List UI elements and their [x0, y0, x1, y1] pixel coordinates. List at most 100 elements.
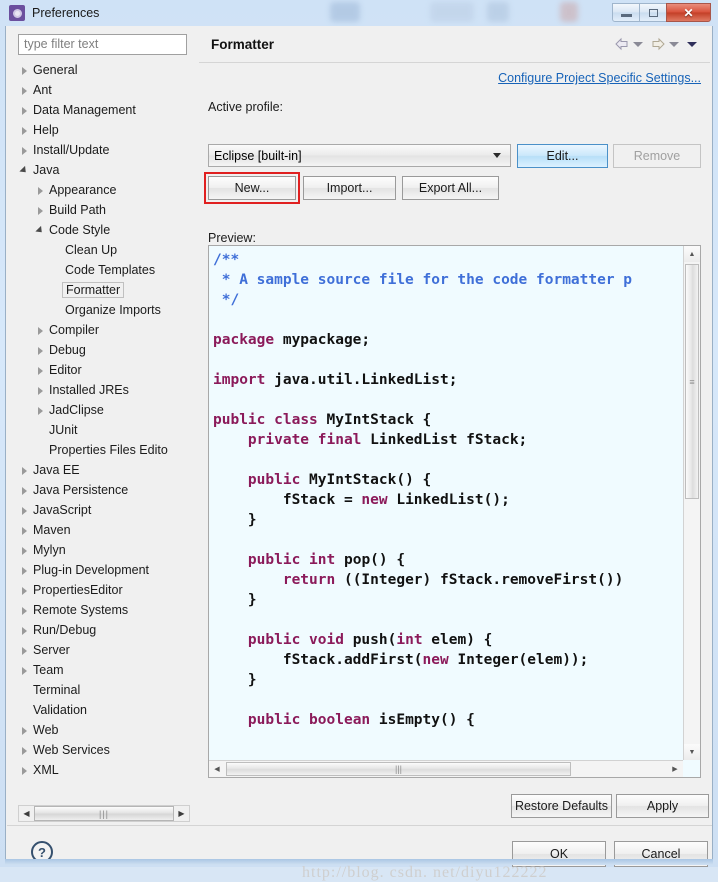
- sidebar-item-label: Remote Systems: [33, 602, 129, 617]
- sidebar-item-general[interactable]: General: [9, 60, 195, 80]
- tree-expand-arrow-right-icon[interactable]: [19, 585, 30, 596]
- code-preview-viewport[interactable]: /** * A sample source file for the code …: [209, 246, 683, 760]
- edit-profile-button[interactable]: Edit...: [517, 144, 608, 168]
- tree-expand-arrow-right-icon[interactable]: [35, 365, 46, 376]
- tree-expand-arrow-down-icon[interactable]: [35, 225, 46, 236]
- tree-expand-arrow-right-icon[interactable]: [35, 385, 46, 396]
- tree-expand-arrow-right-icon[interactable]: [19, 645, 30, 656]
- tree-expand-arrow-right-icon[interactable]: [19, 465, 30, 476]
- tree-expand-arrow-right-icon[interactable]: [19, 625, 30, 636]
- sidebar-item-validation[interactable]: Validation: [9, 700, 195, 720]
- restore-button[interactable]: [639, 3, 667, 22]
- sidebar-item-debug[interactable]: Debug: [9, 340, 195, 360]
- active-profile-select[interactable]: Eclipse [built-in]: [208, 144, 511, 167]
- tree-expand-arrow-right-icon[interactable]: [19, 565, 30, 576]
- export-all-button[interactable]: Export All...: [402, 176, 499, 200]
- sidebar-item-formatter[interactable]: Formatter: [9, 280, 195, 300]
- sidebar-item-help[interactable]: Help: [9, 120, 195, 140]
- sidebar-item-compiler[interactable]: Compiler: [9, 320, 195, 340]
- tree-expand-arrow-right-icon[interactable]: [19, 545, 30, 556]
- preferences-tree[interactable]: General Ant Data Management Help Install/Upd…: [9, 60, 195, 805]
- sidebar-item-javascript[interactable]: JavaScript: [9, 500, 195, 520]
- close-button[interactable]: ✕: [666, 3, 711, 22]
- tree-expand-arrow-right-icon[interactable]: [35, 345, 46, 356]
- sidebar-item-junit[interactable]: JUnit: [9, 420, 195, 440]
- scroll-left-icon[interactable]: ◀: [19, 806, 34, 821]
- sidebar-item-clean-up[interactable]: Clean Up: [9, 240, 195, 260]
- sidebar-item-java-ee[interactable]: Java EE: [9, 460, 195, 480]
- tree-expand-arrow-right-icon[interactable]: [19, 525, 30, 536]
- tree-expand-arrow-right-icon[interactable]: [19, 145, 30, 156]
- tree-horizontal-scrollbar[interactable]: ◀ ||| ▶: [18, 805, 190, 822]
- sidebar-item-editor[interactable]: Editor: [9, 360, 195, 380]
- preview-label: Preview:: [208, 231, 256, 245]
- sidebar-item-label: Run/Debug: [33, 622, 97, 637]
- minimize-button[interactable]: [612, 3, 640, 22]
- tree-expand-arrow-right-icon[interactable]: [35, 325, 46, 336]
- sidebar-item-web-services[interactable]: Web Services: [9, 740, 195, 760]
- panel-menu-chevron-down-icon[interactable]: [687, 41, 697, 47]
- tree-expand-arrow-right-icon[interactable]: [35, 185, 46, 196]
- sidebar-item-terminal[interactable]: Terminal: [9, 680, 195, 700]
- minimize-icon: [620, 14, 632, 17]
- sidebar-item-properties-files-edito[interactable]: Properties Files Edito: [9, 440, 195, 460]
- sidebar-item-run-debug[interactable]: Run/Debug: [9, 620, 195, 640]
- sidebar-item-installed-jres[interactable]: Installed JREs: [9, 380, 195, 400]
- restore-defaults-button[interactable]: Restore Defaults: [511, 794, 612, 818]
- filter-input[interactable]: type filter text: [18, 34, 187, 55]
- tree-expand-arrow-right-icon[interactable]: [35, 205, 46, 216]
- sidebar-item-install-update[interactable]: Install/Update: [9, 140, 195, 160]
- apply-button[interactable]: Apply: [616, 794, 709, 818]
- forward-menu-chevron-down-icon[interactable]: [669, 41, 679, 47]
- tree-expand-arrow-down-icon[interactable]: [19, 165, 30, 176]
- tree-expand-arrow-right-icon[interactable]: [19, 745, 30, 756]
- vscroll-thumb[interactable]: ≡: [685, 264, 699, 499]
- tree-expand-arrow-right-icon[interactable]: [19, 85, 30, 96]
- scroll-up-icon[interactable]: ▲: [684, 246, 700, 262]
- tree-expand-arrow-right-icon[interactable]: [19, 105, 30, 116]
- sidebar-item-web[interactable]: Web: [9, 720, 195, 740]
- scroll-left-icon[interactable]: ◀: [209, 761, 225, 777]
- tree-expand-arrow-right-icon[interactable]: [19, 485, 30, 496]
- preview-vertical-scrollbar[interactable]: ▲ ≡ ▼: [683, 246, 700, 760]
- sidebar-item-maven[interactable]: Maven: [9, 520, 195, 540]
- sidebar-item-jadclipse[interactable]: JadClipse: [9, 400, 195, 420]
- tree-expand-arrow-right-icon[interactable]: [19, 665, 30, 676]
- tree-expand-arrow-right-icon[interactable]: [19, 505, 30, 516]
- sidebar-item-build-path[interactable]: Build Path: [9, 200, 195, 220]
- sidebar-item-organize-imports[interactable]: Organize Imports: [9, 300, 195, 320]
- sidebar-item-propertieseditor[interactable]: PropertiesEditor: [9, 580, 195, 600]
- sidebar-item-code-style[interactable]: Code Style: [9, 220, 195, 240]
- dialog-client-area: type filter text General Ant Data Manageme…: [5, 26, 713, 881]
- scroll-right-icon[interactable]: ▶: [174, 806, 189, 821]
- import-profile-button[interactable]: Import...: [303, 176, 396, 200]
- sidebar-item-mylyn[interactable]: Mylyn: [9, 540, 195, 560]
- tree-expand-arrow-right-icon[interactable]: [19, 765, 30, 776]
- tree-expand-arrow-right-icon[interactable]: [19, 125, 30, 136]
- sidebar-item-code-templates[interactable]: Code Templates: [9, 260, 195, 280]
- forward-arrow-icon[interactable]: [650, 36, 666, 52]
- sidebar-item-plug-in-development[interactable]: Plug-in Development: [9, 560, 195, 580]
- sidebar-item-java-persistence[interactable]: Java Persistence: [9, 480, 195, 500]
- sidebar-item-data-management[interactable]: Data Management: [9, 100, 195, 120]
- sidebar-item-ant[interactable]: Ant: [9, 80, 195, 100]
- tree-expand-arrow-right-icon[interactable]: [19, 65, 30, 76]
- new-profile-button[interactable]: New...: [208, 176, 296, 200]
- sidebar-item-server[interactable]: Server: [9, 640, 195, 660]
- sidebar-item-appearance[interactable]: Appearance: [9, 180, 195, 200]
- configure-project-settings-link[interactable]: Configure Project Specific Settings...: [498, 71, 701, 85]
- scroll-down-icon[interactable]: ▼: [684, 744, 700, 760]
- back-menu-chevron-down-icon[interactable]: [633, 41, 643, 47]
- tree-expand-arrow-right-icon[interactable]: [35, 405, 46, 416]
- scroll-right-icon[interactable]: ▶: [667, 761, 683, 777]
- sidebar-item-java[interactable]: Java: [9, 160, 195, 180]
- hscroll-thumb[interactable]: |||: [226, 762, 571, 776]
- tree-expand-arrow-right-icon[interactable]: [19, 725, 30, 736]
- back-arrow-icon[interactable]: [614, 36, 630, 52]
- sidebar-item-xml[interactable]: XML: [9, 760, 195, 780]
- sidebar-item-team[interactable]: Team: [9, 660, 195, 680]
- sidebar-item-remote-systems[interactable]: Remote Systems: [9, 600, 195, 620]
- preview-horizontal-scrollbar[interactable]: ◀ ||| ▶: [209, 760, 683, 777]
- scroll-thumb[interactable]: |||: [34, 806, 174, 821]
- tree-expand-arrow-right-icon[interactable]: [19, 605, 30, 616]
